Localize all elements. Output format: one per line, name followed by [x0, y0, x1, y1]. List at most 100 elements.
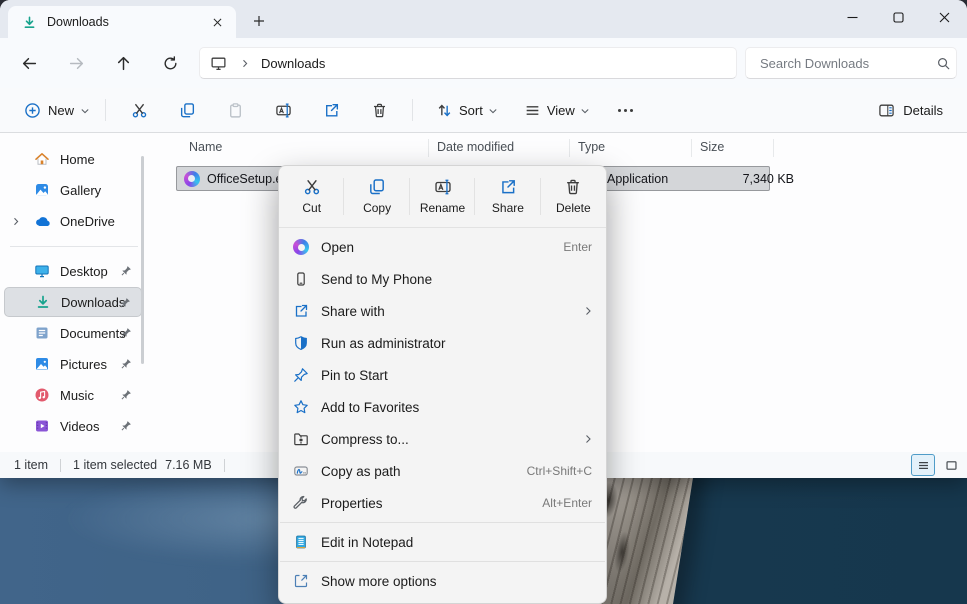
status-divider	[60, 459, 61, 472]
new-button-label: New	[48, 103, 74, 118]
wrench-icon	[291, 495, 311, 511]
item-count: 1 item	[14, 458, 48, 472]
sidebar-item-videos[interactable]: Videos	[4, 411, 142, 441]
menu-item-send-to-my-phone[interactable]: Send to My Phone	[279, 263, 606, 295]
address-bar[interactable]: Downloads	[199, 47, 737, 79]
new-button[interactable]: New	[16, 96, 96, 125]
rename-icon	[434, 178, 452, 196]
menu-item-edit-in-notepad[interactable]: Edit in Notepad	[279, 526, 606, 558]
delete-icon	[564, 178, 582, 196]
context-share-button[interactable]: Share	[475, 166, 540, 227]
videos-icon	[34, 418, 50, 434]
delete-button[interactable]	[359, 94, 399, 126]
selection-size: 7.16 MB	[165, 458, 212, 472]
search-icon	[936, 56, 951, 71]
quick-actions-row: Cut Copy Rename Share Delete	[279, 166, 606, 228]
column-header-size[interactable]: Size	[700, 140, 724, 154]
pictures-icon	[34, 356, 50, 372]
view-lines-icon	[524, 102, 541, 119]
details-view-toggle[interactable]	[911, 454, 935, 476]
desktop-icon	[34, 263, 50, 279]
shortcut-label: Enter	[563, 240, 592, 254]
view-button-label: View	[547, 103, 575, 118]
tab-downloads[interactable]: Downloads	[8, 6, 236, 38]
plus-circle-icon	[24, 102, 41, 119]
copy-icon	[368, 178, 386, 196]
breadcrumb[interactable]: Downloads	[261, 56, 325, 71]
column-separator[interactable]	[691, 139, 692, 157]
menu-item-copy-as-path[interactable]: Copy as path Ctrl+Shift+C	[279, 455, 606, 487]
copy-path-icon	[291, 463, 311, 479]
more-options-icon[interactable]	[608, 94, 644, 126]
details-pane-button[interactable]: Details	[870, 96, 951, 125]
pin-icon	[121, 358, 132, 369]
sidebar-item-music[interactable]: Music	[4, 380, 142, 410]
sidebar-item-gallery[interactable]: Gallery	[4, 175, 142, 205]
search-input[interactable]	[760, 56, 936, 71]
up-button[interactable]	[108, 48, 138, 78]
office-setup-file-icon	[184, 171, 200, 187]
menu-item-properties[interactable]: Properties Alt+Enter	[279, 487, 606, 519]
context-rename-button[interactable]: Rename	[410, 166, 475, 227]
sort-button-label: Sort	[459, 103, 483, 118]
search-box[interactable]	[745, 47, 957, 79]
tab-close-icon[interactable]	[208, 13, 226, 31]
context-cut-button[interactable]: Cut	[279, 166, 344, 227]
share-button[interactable]	[311, 94, 351, 126]
share-icon	[499, 178, 517, 196]
column-separator[interactable]	[428, 139, 429, 157]
shortcut-label: Alt+Enter	[542, 496, 592, 510]
onedrive-icon	[34, 215, 52, 228]
cut-button[interactable]	[119, 94, 159, 126]
column-header-date-modified[interactable]: Date modified	[437, 140, 514, 154]
menu-item-add-to-favorites[interactable]: Add to Favorites	[279, 391, 606, 423]
menu-item-show-more-options[interactable]: Show more options	[279, 565, 606, 597]
rename-button[interactable]	[263, 94, 303, 126]
large-icons-view-toggle[interactable]	[939, 454, 963, 476]
context-delete-button[interactable]: Delete	[541, 166, 606, 227]
minimize-button[interactable]	[829, 0, 875, 34]
documents-icon	[34, 325, 50, 341]
close-button[interactable]	[921, 0, 967, 34]
this-pc-icon	[210, 55, 227, 72]
column-separator[interactable]	[569, 139, 570, 157]
context-copy-button[interactable]: Copy	[344, 166, 409, 227]
sidebar-item-documents[interactable]: Documents	[4, 318, 142, 348]
menu-item-run-as-administrator[interactable]: Run as administrator	[279, 327, 606, 359]
sidebar-item-pictures[interactable]: Pictures	[4, 349, 142, 379]
sidebar-item-home[interactable]: Home	[4, 144, 142, 174]
expand-chevron-icon[interactable]	[12, 217, 20, 226]
refresh-button[interactable]	[155, 48, 185, 78]
column-header-name[interactable]: Name	[189, 140, 222, 154]
navigation-bar: Downloads	[0, 38, 967, 88]
copy-button[interactable]	[167, 94, 207, 126]
phone-icon	[291, 271, 311, 287]
back-button[interactable]	[14, 48, 44, 78]
sort-button[interactable]: Sort	[428, 96, 504, 125]
forward-button[interactable]	[61, 48, 91, 78]
breadcrumb-chevron-icon	[241, 59, 249, 68]
maximize-button[interactable]	[875, 0, 921, 34]
toolbar-divider	[412, 99, 413, 121]
expand-arrow-icon	[291, 573, 311, 589]
menu-item-open[interactable]: Open Enter	[279, 231, 606, 263]
menu-item-share-with[interactable]: Share with	[279, 295, 606, 327]
submenu-chevron-icon	[584, 434, 592, 444]
context-menu-items: Open Enter Send to My Phone Share with R…	[279, 228, 606, 597]
column-header-type[interactable]: Type	[578, 140, 605, 154]
cut-icon	[303, 178, 321, 196]
sidebar-scrollbar[interactable]	[141, 156, 144, 364]
column-separator[interactable]	[773, 139, 774, 157]
command-toolbar: New Sort	[0, 88, 967, 133]
paste-button[interactable]	[215, 94, 255, 126]
window-controls	[829, 0, 967, 34]
sidebar-item-onedrive[interactable]: OneDrive	[4, 206, 142, 236]
sidebar-item-desktop[interactable]: Desktop	[4, 256, 142, 286]
view-button[interactable]: View	[516, 96, 596, 125]
sidebar-item-downloads[interactable]: Downloads	[4, 287, 142, 317]
star-icon	[291, 399, 311, 415]
menu-item-pin-to-start[interactable]: Pin to Start	[279, 359, 606, 391]
menu-item-compress-to[interactable]: Compress to...	[279, 423, 606, 455]
details-button-label: Details	[903, 103, 943, 118]
new-tab-button[interactable]	[246, 8, 272, 34]
